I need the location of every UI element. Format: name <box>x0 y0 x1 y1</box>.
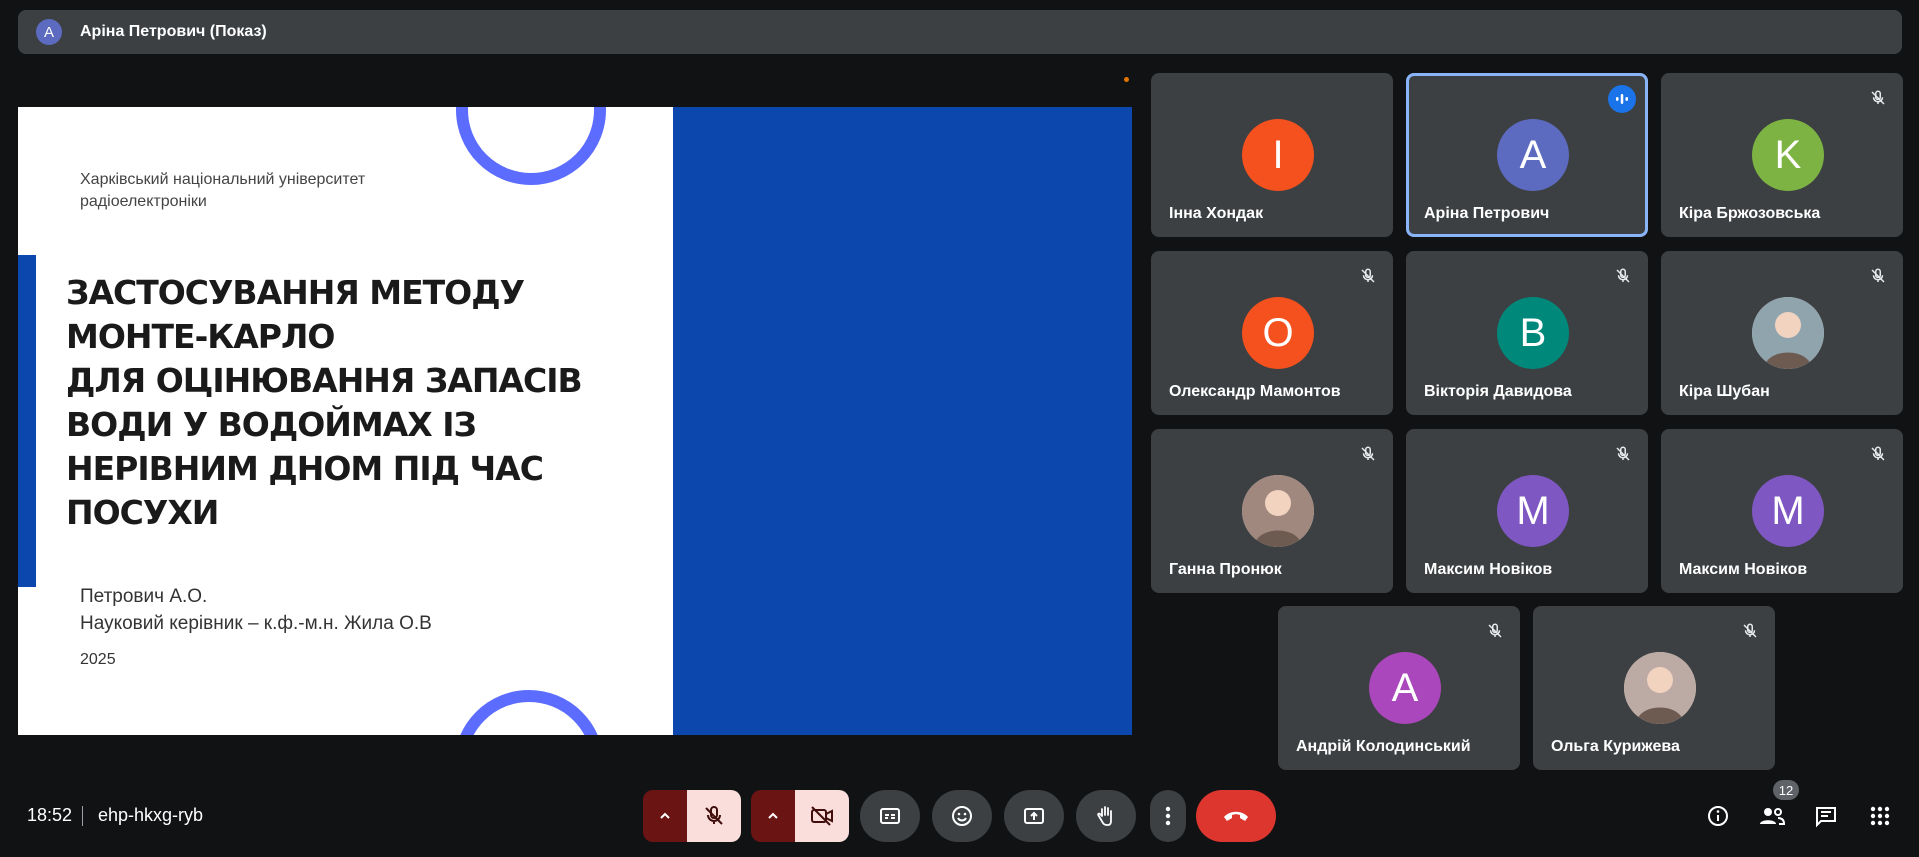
participant-avatar: A <box>1497 119 1569 191</box>
participant-name: Кіра Бржозовська <box>1679 205 1821 222</box>
activities-button[interactable] <box>1864 800 1896 832</box>
meeting-code: ehp-hkxg-ryb <box>98 805 204 825</box>
participant-photo <box>1624 652 1696 724</box>
slide-ring-top <box>456 107 606 185</box>
participant-tile[interactable]: Кіра Шубан <box>1661 251 1903 415</box>
mic-off-icon <box>1865 263 1891 289</box>
mic-off-icon <box>1865 85 1891 111</box>
mic-off-icon <box>1610 263 1636 289</box>
participant-tile[interactable]: Ганна Пронюк <box>1151 429 1393 593</box>
slide-author: Петрович А.О. <box>80 586 208 607</box>
mic-off-icon <box>1355 263 1381 289</box>
divider <box>82 806 83 826</box>
mic-off-icon <box>1737 618 1763 644</box>
present-screen-icon <box>1024 808 1044 824</box>
participant-tile[interactable]: M Максим Новіков <box>1406 429 1648 593</box>
slide-title-line: води у водоймах із <box>66 405 477 444</box>
participant-tile[interactable]: O Олександр Мамонтов <box>1151 251 1393 415</box>
slide-title-line: Застосування методу <box>66 273 525 312</box>
chevron-up-icon <box>660 812 670 819</box>
mic-control <box>643 790 741 842</box>
slide-title-line: Монте-Карло <box>66 317 335 356</box>
more-options-button[interactable] <box>1150 790 1186 842</box>
clock: 18:52 <box>27 805 73 825</box>
slide-university: Харківський національний університет рад… <box>80 171 366 210</box>
presenter-avatar: A <box>36 19 62 45</box>
participant-avatar: I <box>1242 119 1314 191</box>
mic-off-icon <box>705 806 723 825</box>
hand-icon <box>1097 806 1112 826</box>
participant-tile[interactable]: A Аріна Петрович <box>1406 73 1648 237</box>
emoji-icon <box>952 806 972 826</box>
participant-name: Максим Новіков <box>1679 561 1808 578</box>
participant-name: Олександр Мамонтов <box>1169 383 1341 400</box>
participant-avatar: M <box>1497 475 1569 547</box>
audio-options-button[interactable] <box>643 790 687 842</box>
camera-toggle-button[interactable] <box>795 790 849 842</box>
participant-avatar: B <box>1497 297 1569 369</box>
participant-name: Ольга Курижева <box>1551 738 1680 755</box>
meeting-details-button[interactable] <box>1702 800 1734 832</box>
participant-avatar: O <box>1242 297 1314 369</box>
chat-button[interactable] <box>1810 800 1842 832</box>
slide-blue-panel <box>673 107 1132 735</box>
participant-name: Вікторія Давидова <box>1424 383 1572 400</box>
presenter-title: Аріна Петрович (Показ) <box>80 23 267 40</box>
mic-off-icon <box>1482 618 1508 644</box>
slide-authors: Петрович А.О. Науковий керівник – к.ф.-м… <box>80 583 432 637</box>
mic-off-icon <box>1355 441 1381 467</box>
participant-name: Андрій Колодинський <box>1296 738 1471 755</box>
chat-icon <box>1816 807 1836 828</box>
video-options-button[interactable] <box>751 790 795 842</box>
info-icon <box>1708 806 1728 826</box>
participant-tile[interactable]: B Вікторія Давидова <box>1406 251 1648 415</box>
people-button[interactable] <box>1756 800 1788 832</box>
people-count-badge: 12 <box>1773 780 1799 800</box>
participant-tile[interactable]: M Максим Новіков <box>1661 429 1903 593</box>
participant-photo <box>1242 475 1314 547</box>
slide-ring-bottom <box>454 690 604 735</box>
captions-button[interactable] <box>860 790 920 842</box>
participant-name: Аріна Петрович <box>1424 205 1550 222</box>
camera-off-icon <box>811 806 833 826</box>
apps-grid-icon <box>1870 806 1890 826</box>
present-button[interactable] <box>1004 790 1064 842</box>
participant-tile[interactable]: K Кіра Бржозовська <box>1661 73 1903 237</box>
captions-icon <box>880 808 900 824</box>
presenter-bar: A Аріна Петрович (Показ) <box>18 10 1902 54</box>
slide-title-line: нерівним дном під час <box>66 449 544 488</box>
slide-title-line: посухи <box>66 493 219 532</box>
shared-presentation: Харківський національний університет рад… <box>18 107 1132 735</box>
participant-name: Максим Новіков <box>1424 561 1553 578</box>
slide-title: Застосування методу Монте-Карло для оцін… <box>66 271 626 535</box>
slide-year: 2025 <box>80 651 116 668</box>
microphone-toggle-button[interactable] <box>687 790 741 842</box>
participant-avatar: A <box>1369 652 1441 724</box>
people-icon <box>1760 808 1786 825</box>
leave-call-button[interactable] <box>1196 790 1276 842</box>
recording-indicator-icon <box>1124 77 1129 82</box>
participant-avatar: M <box>1752 475 1824 547</box>
participant-tile[interactable]: I Інна Хондак <box>1151 73 1393 237</box>
participant-tile[interactable]: Ольга Курижева <box>1533 606 1775 770</box>
chevron-up-icon <box>768 812 778 819</box>
raise-hand-button[interactable] <box>1076 790 1136 842</box>
participant-tile[interactable]: A Андрій Колодинський <box>1278 606 1520 770</box>
slide-accent-strip <box>18 255 36 587</box>
mic-off-icon <box>1610 441 1636 467</box>
camera-control <box>751 790 849 842</box>
participant-photo <box>1752 297 1824 369</box>
participant-name: Кіра Шубан <box>1679 383 1770 400</box>
participant-name: Інна Хондак <box>1169 205 1264 222</box>
speaking-indicator-icon <box>1608 85 1636 113</box>
participant-avatar: K <box>1752 119 1824 191</box>
reactions-button[interactable] <box>932 790 992 842</box>
mic-off-icon <box>1865 441 1891 467</box>
slide-title-line: для оцінювання запасів <box>66 361 583 400</box>
slide-supervisor: Науковий керівник – к.ф.-м.н. Жила О.В <box>80 613 432 634</box>
participant-name: Ганна Пронюк <box>1169 561 1282 578</box>
more-vert-icon <box>1165 806 1171 826</box>
hang-up-icon <box>1224 811 1248 821</box>
